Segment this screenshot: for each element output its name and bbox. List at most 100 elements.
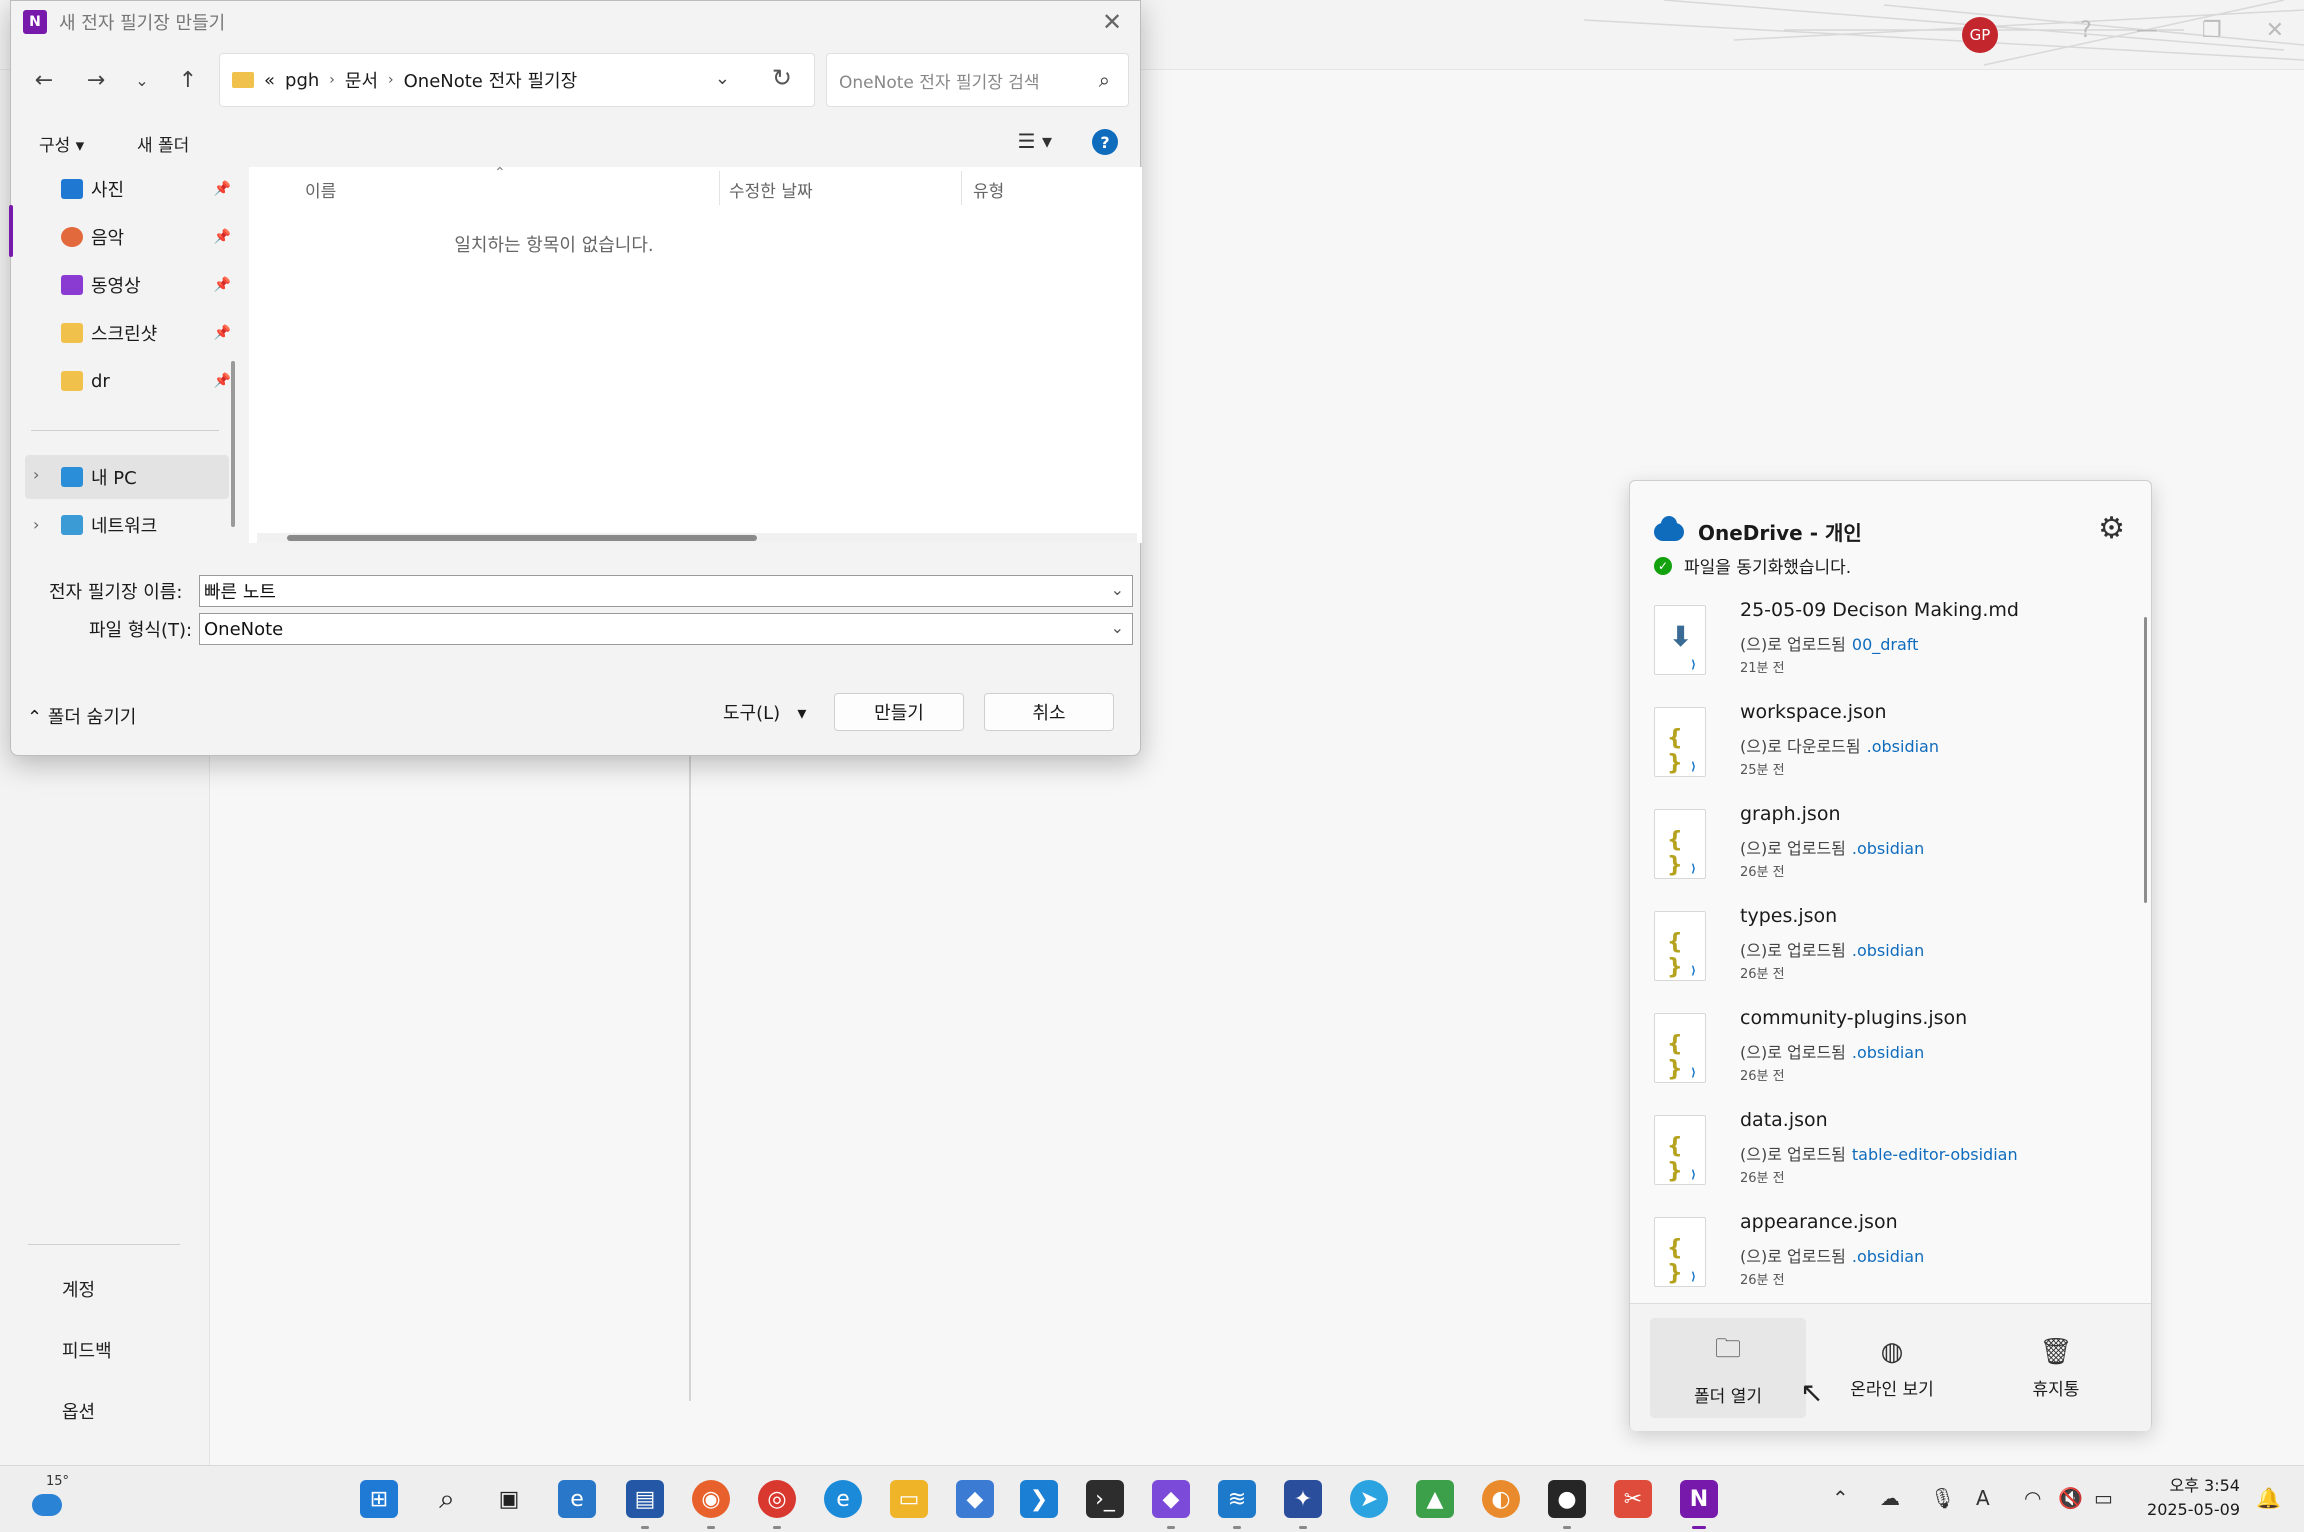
list-item[interactable]: { } ⟩ graph.json (으)로 업로드됨 .obsidian 26분 전 (1630, 803, 2151, 903)
recycle-bin-button[interactable]: 🗑 휴지통 (1978, 1318, 2134, 1418)
pin-icon[interactable]: 📌 (214, 373, 231, 389)
nav-item-pictures[interactable]: 사진 📌 (61, 171, 231, 207)
nav-item-dr[interactable]: dr 📌 (61, 363, 231, 399)
close-icon[interactable]: ✕ (2266, 18, 2284, 43)
list-item[interactable]: { } ⟩ workspace.json (으)로 다운로드됨 .obsidian … (1630, 701, 2151, 801)
folder-link[interactable]: table-editor-obsidian (1852, 1145, 2018, 1164)
firefox-icon[interactable]: ◉ (692, 1480, 730, 1518)
open-folder-button[interactable]: 🗀 폴더 열기 (1650, 1318, 1806, 1418)
feedback-menu-item[interactable]: 피드백 (62, 1337, 112, 1363)
view-options-icon[interactable]: ☰ ▾ (1018, 129, 1052, 153)
maximize-icon[interactable]: ❐ (2202, 18, 2222, 43)
edge-icon[interactable]: e (824, 1480, 862, 1518)
nav-item-music[interactable]: 음악 📌 (61, 219, 231, 255)
search-icon[interactable]: ⌕ (428, 1480, 466, 1518)
nav-item-this-pc[interactable]: 내 PC (61, 459, 231, 495)
pin-icon[interactable]: 📌 (214, 181, 231, 197)
m365-icon[interactable]: ◆ (956, 1480, 994, 1518)
pin-icon[interactable]: 📌 (214, 277, 231, 293)
column-separator[interactable] (961, 171, 962, 205)
options-menu-item[interactable]: 옵션 (62, 1398, 95, 1424)
blender-icon[interactable]: ◐ (1482, 1480, 1520, 1518)
expand-chevron-icon[interactable]: › (33, 515, 39, 534)
pin-icon[interactable]: 📌 (214, 229, 231, 245)
onenote-icon[interactable]: N (1680, 1480, 1718, 1518)
folder-link[interactable]: .obsidian (1852, 839, 1924, 858)
davinci-icon[interactable]: ● (1548, 1480, 1586, 1518)
file-type-select[interactable]: OneNote ⌄ (199, 613, 1133, 645)
folder-link[interactable]: .obsidian (1852, 1247, 1924, 1266)
forward-button[interactable]: → (79, 63, 113, 97)
list-item[interactable]: ⬇ ⟩ 25-05-09 Decison Making.md (으)로 업로드됨 0… (1630, 599, 2151, 699)
microphone-icon[interactable]: 🎙 (1930, 1486, 1955, 1510)
onedrive-tray-icon[interactable]: ☁ (1880, 1486, 1900, 1510)
notebook-name-input[interactable]: 빠른 노트 ⌄ (199, 575, 1133, 607)
list-item[interactable]: { } ⟩ community-plugins.json (으)로 업로드됨 .ob… (1630, 1007, 2151, 1107)
help-icon[interactable]: ? (2080, 18, 2092, 43)
back-button[interactable]: ← (27, 63, 61, 97)
folder-link[interactable]: .obsidian (1852, 1043, 1924, 1062)
start-icon[interactable]: ⊞ (360, 1480, 398, 1518)
organize-button[interactable]: 구성 ▾ (39, 131, 84, 156)
app-icon[interactable]: ✦ (1284, 1480, 1322, 1518)
weather-widget[interactable]: 15° (26, 1474, 70, 1522)
column-separator[interactable] (719, 171, 720, 205)
dialog-close-button[interactable]: ✕ (1092, 5, 1132, 39)
chevron-up-icon[interactable]: ⌃ (1832, 1486, 1849, 1510)
list-item[interactable]: { } ⟩ appearance.json (으)로 업로드됨 .obsidian … (1630, 1211, 2151, 1311)
column-header-type[interactable]: 유형 (973, 177, 1004, 202)
cancel-button[interactable]: 취소 (984, 693, 1114, 731)
nav-pane-scrollbar[interactable] (231, 361, 235, 527)
edge-preview-icon[interactable]: e (558, 1480, 596, 1518)
folder-link[interactable]: .obsidian (1867, 737, 1939, 756)
column-header-name[interactable]: 이름 (305, 177, 336, 202)
hide-folders-button[interactable]: ⌃ 폴더 숨기기 (27, 703, 136, 729)
minimize-icon[interactable]: — (2136, 18, 2158, 43)
activity-list-scrollbar[interactable] (2144, 617, 2147, 903)
vscode-icon[interactable]: ❯ (1020, 1480, 1058, 1518)
account-menu-item[interactable]: 계정 (62, 1276, 95, 1302)
up-button[interactable]: ↑ (171, 63, 205, 97)
refresh-icon[interactable]: ↻ (772, 64, 792, 92)
nav-item-screenshots[interactable]: 스크린샷 📌 (61, 315, 231, 351)
create-button[interactable]: 만들기 (834, 693, 964, 731)
breadcrumb-overflow[interactable]: « (264, 70, 275, 91)
help-icon[interactable]: ? (1092, 129, 1118, 155)
folder-link[interactable]: 00_draft (1852, 635, 1919, 654)
tools-button[interactable]: 도구(L) ▾ (723, 699, 806, 725)
whiteboard-icon[interactable]: ≋ (1218, 1480, 1256, 1518)
breadcrumb-onenote-notebooks[interactable]: OneNote 전자 필기장 (404, 67, 578, 93)
list-item[interactable]: { } ⟩ types.json (으)로 업로드됨 .obsidian 26분 전 (1630, 905, 2151, 1005)
task-view-icon[interactable]: ▣ (490, 1480, 528, 1518)
chrome-icon[interactable]: ◎ (758, 1480, 796, 1518)
notification-bell-icon[interactable]: 🔔 (2256, 1486, 2281, 1510)
address-dropdown-icon[interactable]: ⌄ (715, 68, 730, 89)
obsidian-icon[interactable]: ◆ (1152, 1480, 1190, 1518)
chevron-down-icon[interactable]: ⌄ (1111, 618, 1124, 637)
new-folder-button[interactable]: 새 폴더 (137, 131, 189, 156)
avatar[interactable]: GP (1962, 17, 1998, 53)
file-explorer-icon[interactable]: ▭ (890, 1480, 928, 1518)
battery-icon[interactable]: ▭ (2094, 1486, 2113, 1510)
address-bar[interactable]: « pgh › 문서 › OneNote 전자 필기장 ⌄ ↻ (219, 53, 815, 107)
folder-link[interactable]: .obsidian (1852, 941, 1924, 960)
ime-icon[interactable]: A (1976, 1486, 1990, 1510)
drive-icon[interactable]: ▲ (1416, 1480, 1454, 1518)
breadcrumb-documents[interactable]: 문서 (345, 67, 378, 93)
nav-item-videos[interactable]: 동영상 📌 (61, 267, 231, 303)
breadcrumb-pgh[interactable]: pgh (285, 70, 319, 91)
chevron-down-icon[interactable]: ⌄ (1111, 580, 1124, 599)
search-input[interactable]: OneNote 전자 필기장 검색 ⌕ (826, 53, 1129, 107)
speaker-muted-icon[interactable]: 🔇 (2058, 1486, 2083, 1510)
settings-gear-icon[interactable]: ⚙ (2098, 511, 2125, 546)
view-online-button[interactable]: ◍ 온라인 보기 (1814, 1318, 1970, 1418)
clock[interactable]: 오후 3:54 2025-05-09 (2140, 1474, 2240, 1522)
nav-item-network[interactable]: 네트워크 (61, 507, 231, 543)
list-item[interactable]: { } ⟩ data.json (으)로 업로드됨 table-editor-obs… (1630, 1109, 2151, 1209)
snipping-tool-icon[interactable]: ✂ (1614, 1480, 1652, 1518)
horizontal-scrollbar-thumb[interactable] (287, 535, 757, 541)
column-header-date-modified[interactable]: 수정한 날짜 (729, 177, 813, 202)
terminal-icon[interactable]: ›_ (1086, 1480, 1124, 1518)
recent-locations-button[interactable]: ⌄ (125, 63, 159, 97)
telegram-icon[interactable]: ➤ (1350, 1480, 1388, 1518)
